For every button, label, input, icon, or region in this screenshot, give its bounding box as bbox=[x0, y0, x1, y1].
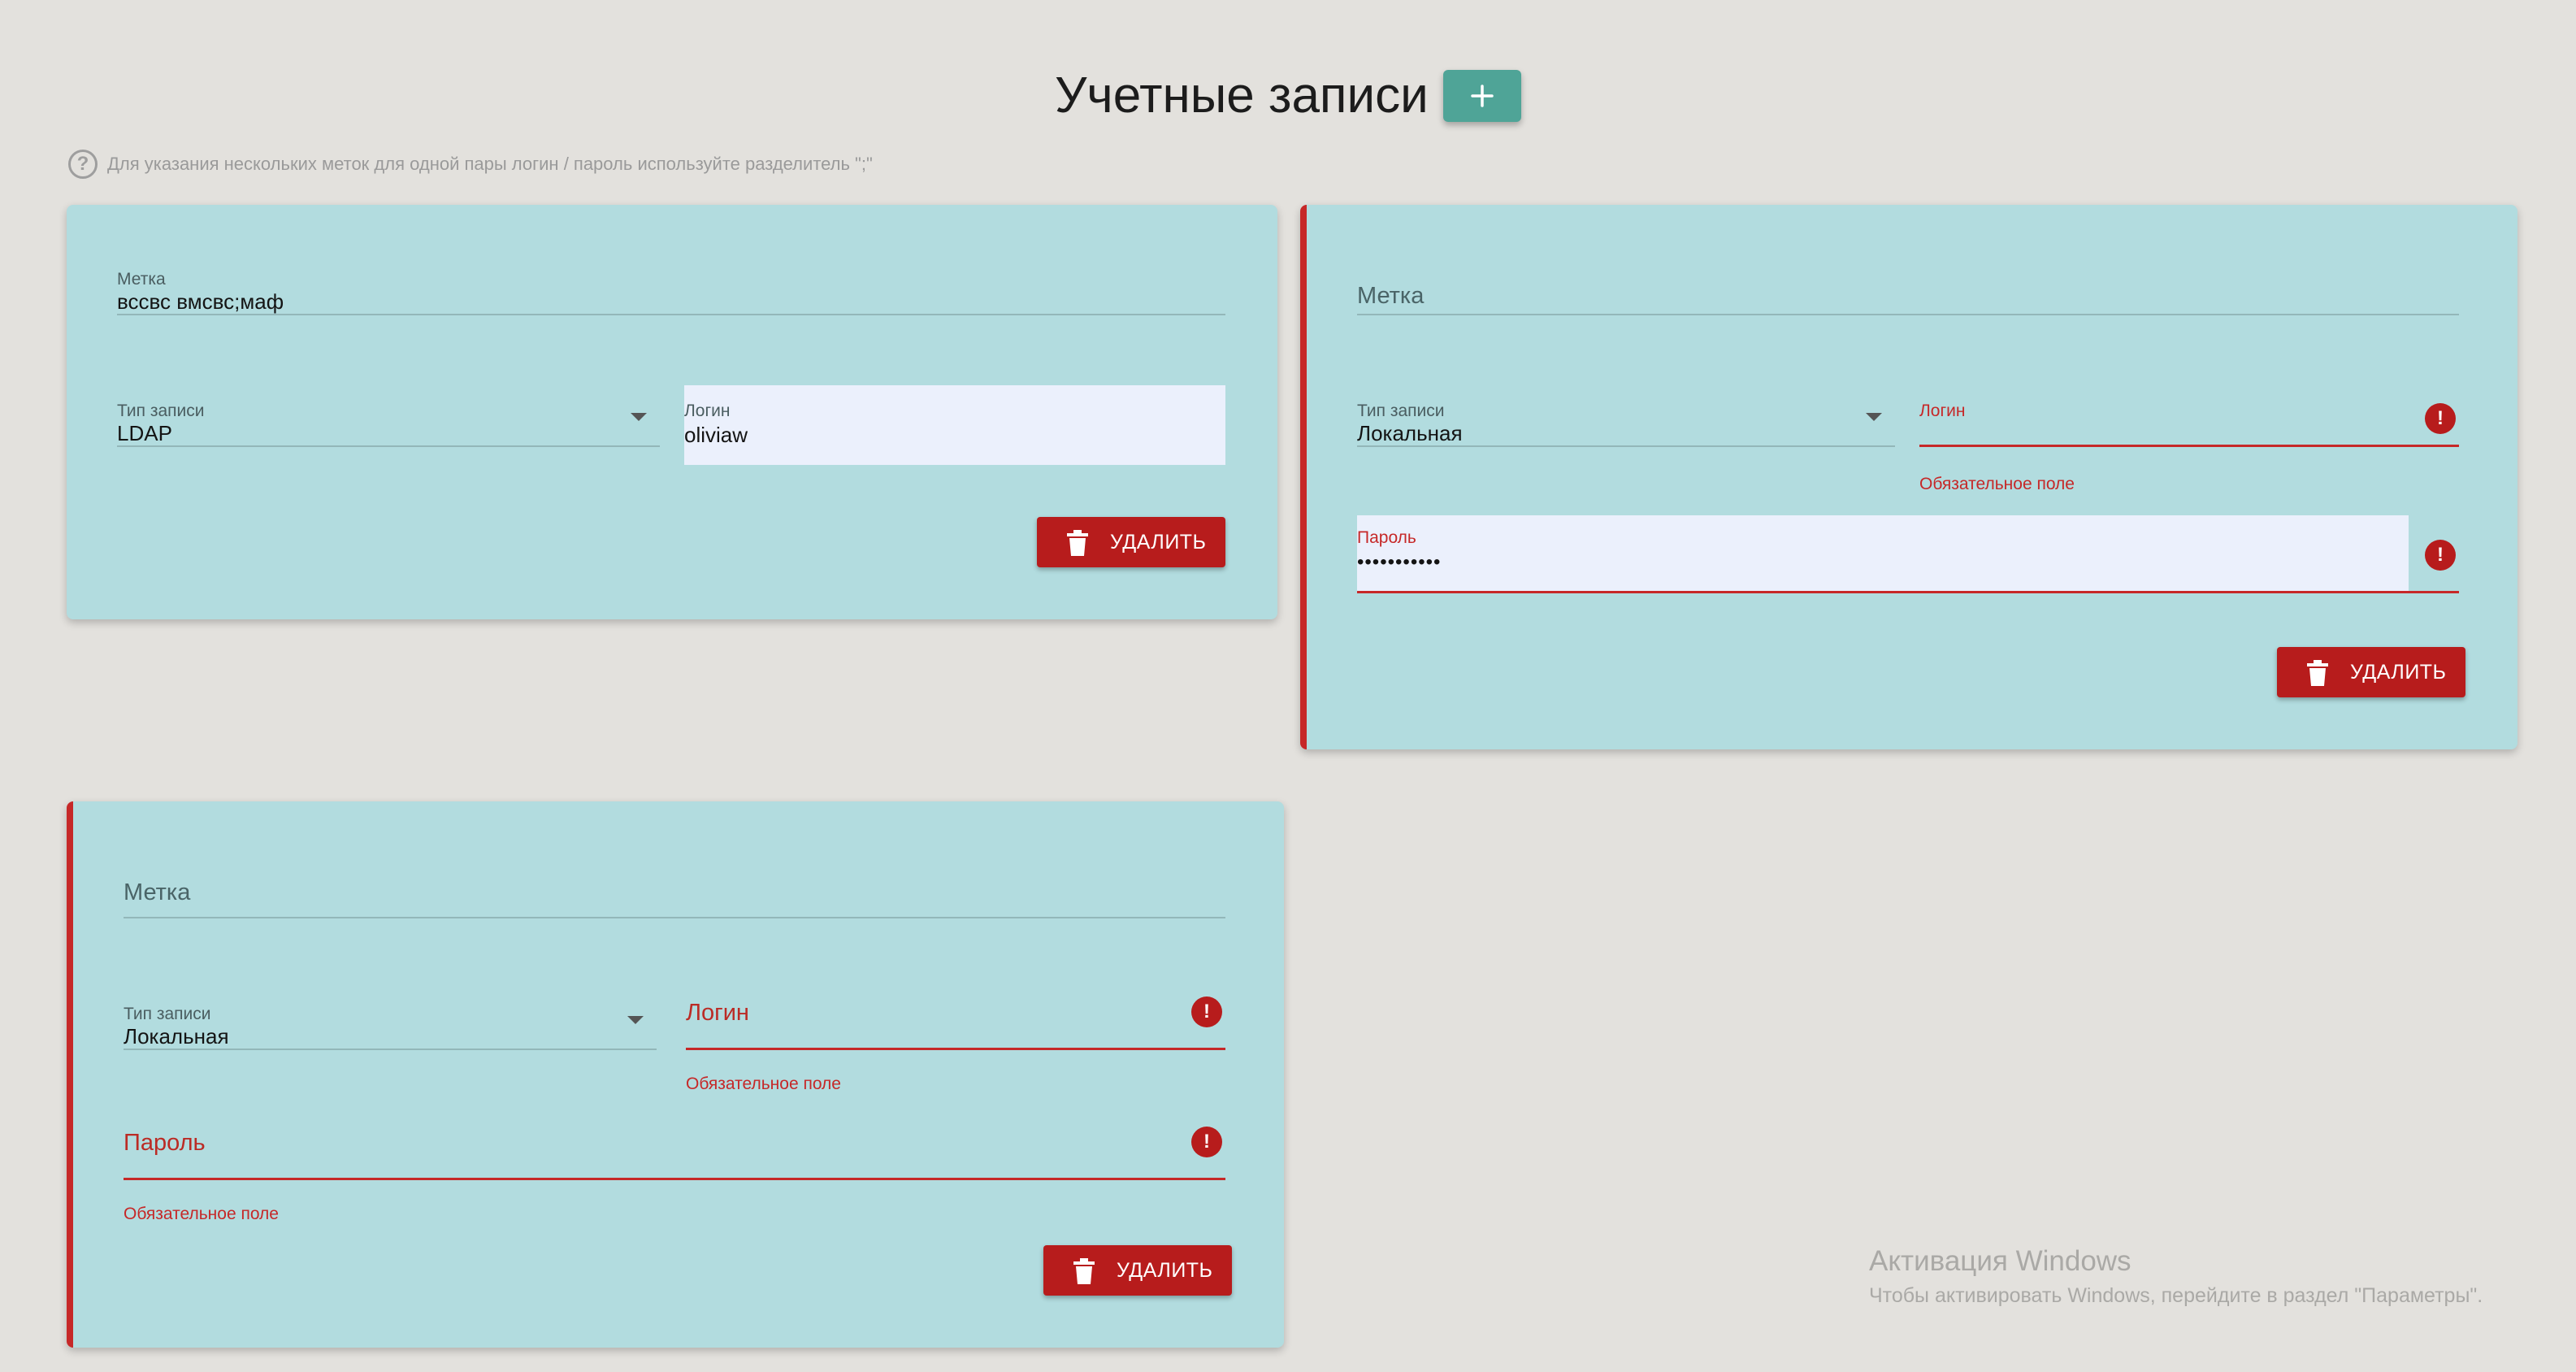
type-select-value: LDAP bbox=[117, 421, 172, 445]
label-field-underline bbox=[117, 314, 1225, 315]
password-field[interactable]: Пароль ••••••••••• ! bbox=[1357, 515, 2459, 593]
password-field-underline bbox=[1357, 591, 2459, 593]
trash-icon bbox=[1073, 1258, 1095, 1284]
page-title: Учетные записи bbox=[1055, 67, 1429, 124]
password-field[interactable]: Пароль ! bbox=[124, 1112, 1225, 1180]
dropdown-arrow-icon bbox=[1866, 413, 1882, 421]
type-select-underline bbox=[124, 1049, 657, 1050]
plus-icon bbox=[1471, 85, 1494, 107]
delete-button-label: УДАЛИТЬ bbox=[2350, 661, 2447, 684]
type-select[interactable]: Тип записи Локальная bbox=[124, 982, 657, 1050]
delete-button[interactable]: УДАЛИТЬ bbox=[2277, 647, 2465, 697]
label-field-value: вссвс вмсвс;маф bbox=[117, 289, 284, 314]
hint-row: ? Для указания нескольких меток для одно… bbox=[68, 150, 873, 179]
password-field-value: ••••••••••• bbox=[1357, 551, 1442, 573]
login-field[interactable]: Логин ! bbox=[686, 982, 1225, 1050]
type-select-underline bbox=[1357, 445, 1895, 447]
label-field-label: Метка bbox=[117, 270, 166, 289]
password-field-underline bbox=[124, 1178, 1225, 1180]
type-select[interactable]: Тип записи LDAP bbox=[117, 379, 660, 447]
label-field-placeholder: Метка bbox=[1357, 283, 1425, 309]
delete-button-label: УДАЛИТЬ bbox=[1117, 1259, 1213, 1282]
add-account-button[interactable] bbox=[1443, 70, 1521, 122]
label-field-placeholder: Метка bbox=[124, 879, 191, 905]
login-field-label: Логин bbox=[1919, 402, 1966, 420]
login-field-underline bbox=[686, 1048, 1225, 1050]
type-select-label: Тип записи bbox=[1357, 402, 1445, 420]
label-field-underline bbox=[124, 917, 1225, 918]
password-field-fill bbox=[1357, 515, 2409, 591]
error-icon: ! bbox=[2425, 540, 2456, 571]
login-error-text: Обязательное поле bbox=[1919, 475, 2075, 493]
label-field-underline bbox=[1357, 314, 2459, 315]
type-select-label: Тип записи bbox=[124, 1005, 211, 1023]
password-field-placeholder: Пароль bbox=[124, 1130, 206, 1156]
login-field-label: Логин bbox=[684, 402, 731, 420]
type-select-underline bbox=[117, 445, 660, 447]
delete-button[interactable]: УДАЛИТЬ bbox=[1043, 1245, 1232, 1296]
error-icon: ! bbox=[2425, 403, 2456, 434]
account-card: Метка Тип записи Локальная Логин ! Обяза… bbox=[67, 801, 1284, 1348]
login-field-placeholder: Логин bbox=[686, 1000, 749, 1026]
label-field[interactable]: Метка bbox=[1357, 247, 2459, 315]
account-card: Метка вссвс вмсвс;маф Тип записи LDAP Ло… bbox=[67, 205, 1277, 619]
login-field[interactable]: Логин ! bbox=[1919, 379, 2459, 447]
login-field-value: oliviaw bbox=[684, 423, 748, 447]
error-icon: ! bbox=[1191, 1127, 1222, 1157]
login-field-underline bbox=[1919, 445, 2459, 447]
account-card: Метка Тип записи Локальная Логин ! Обяза… bbox=[1300, 205, 2517, 749]
trash-icon bbox=[1067, 530, 1088, 556]
windows-activation-subtitle: Чтобы активировать Windows, перейдите в … bbox=[1869, 1284, 2483, 1307]
dropdown-arrow-icon bbox=[631, 413, 647, 421]
type-select-label: Тип записи bbox=[117, 402, 205, 420]
windows-activation-title: Активация Windows bbox=[1869, 1245, 2131, 1277]
type-select-value: Локальная bbox=[124, 1024, 229, 1049]
delete-button[interactable]: УДАЛИТЬ bbox=[1037, 517, 1225, 567]
error-icon: ! bbox=[1191, 996, 1222, 1027]
label-field[interactable]: Метка bbox=[124, 850, 1225, 918]
hint-text: Для указания нескольких меток для одной … bbox=[107, 154, 873, 174]
dropdown-arrow-icon bbox=[627, 1016, 644, 1024]
login-error-text: Обязательное поле bbox=[686, 1075, 841, 1093]
login-field[interactable]: Логин oliviaw bbox=[684, 385, 1225, 465]
help-circle-icon: ? bbox=[68, 150, 98, 179]
password-field-label: Пароль bbox=[1357, 528, 1416, 547]
password-error-text: Обязательное поле bbox=[124, 1205, 279, 1223]
type-select-value: Локальная bbox=[1357, 421, 1463, 445]
delete-button-label: УДАЛИТЬ bbox=[1110, 531, 1207, 554]
type-select[interactable]: Тип записи Локальная bbox=[1357, 379, 1895, 447]
label-field[interactable]: Метка вссвс вмсвс;маф bbox=[117, 247, 1225, 315]
trash-icon bbox=[2307, 660, 2328, 686]
